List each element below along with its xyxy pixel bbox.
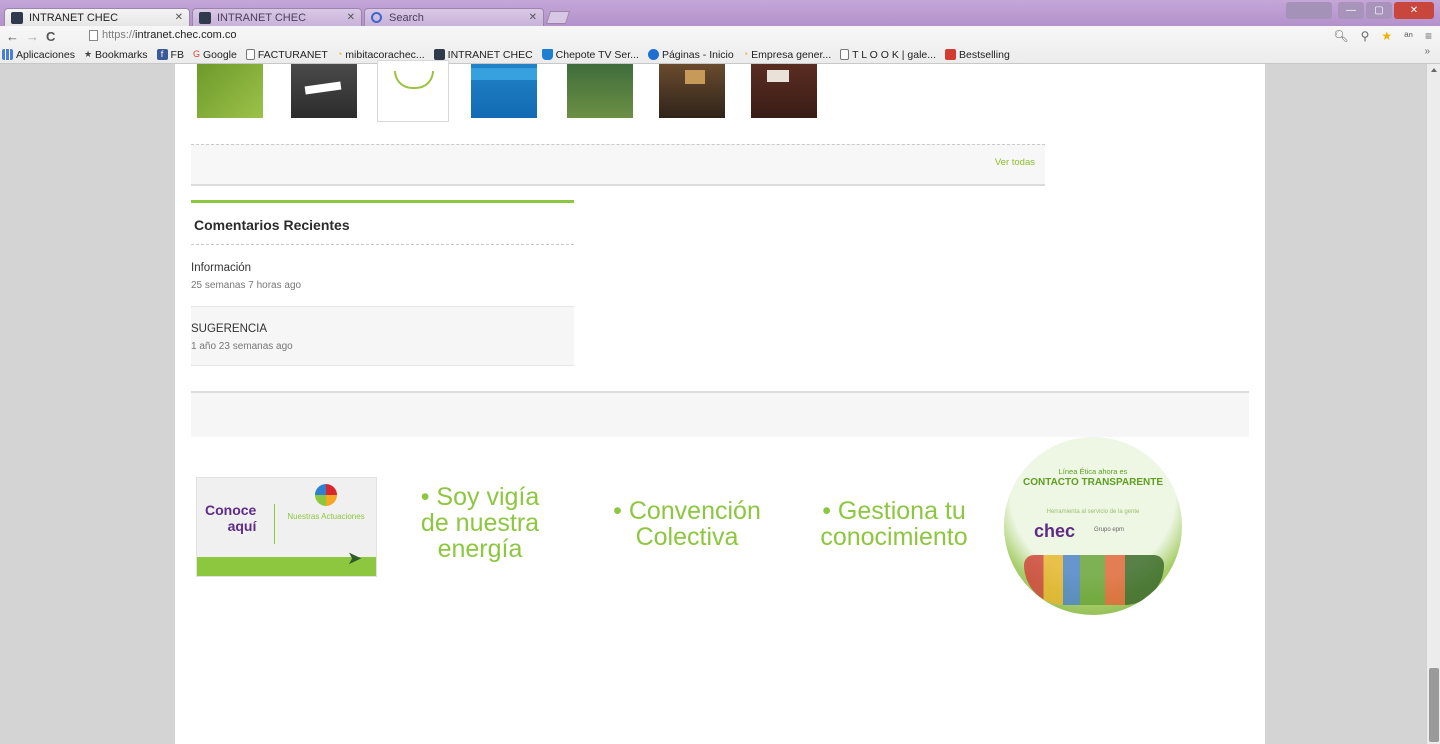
bookmark-google[interactable]: G Google (193, 49, 237, 61)
close-window-button[interactable]: ✕ (1394, 2, 1434, 19)
chec-favicon-icon (199, 12, 211, 24)
browser-toolbar: ← → C https://intranet.chec.com.co 🔍︎ ⚲ … (0, 26, 1440, 64)
gallery-thumbnail[interactable] (659, 64, 725, 118)
new-tab-button[interactable] (545, 11, 571, 24)
bookmark-bookmarks[interactable]: ★ Bookmarks (84, 49, 148, 61)
extension-icon[interactable]: ⚲ (1361, 29, 1370, 43)
back-arrow-icon[interactable]: ← (6, 29, 19, 44)
menu-icon[interactable]: ≡ (1425, 29, 1432, 43)
url-host: intranet.chec.com.co (135, 29, 237, 41)
translate-icon[interactable]: ᵃⁿ (1404, 29, 1413, 43)
comment-title-link[interactable]: SUGERENCIA (191, 323, 574, 335)
contacto-transparente-banner[interactable]: Línea Ética ahora es CONTACTO TRANSPAREN… (1004, 437, 1182, 615)
banner-divider (274, 504, 275, 544)
conoce-text: Conoce aquí (205, 502, 257, 534)
facebook-icon: f (156, 49, 168, 60)
more-bookmarks-icon[interactable]: » (1424, 46, 1430, 57)
bookmarks-bar: Aplicaciones ★ Bookmarks f FB G Google FACT… (0, 46, 1440, 63)
bookmark-aplicaciones[interactable]: Aplicaciones (2, 49, 75, 61)
bookmark-facturanet[interactable]: FACTURANET (245, 49, 328, 61)
footer-separator (191, 391, 1249, 437)
chec-icon (433, 49, 445, 60)
close-tab-icon[interactable]: ✕ (529, 9, 537, 27)
zoom-icon[interactable]: 🔍︎ (1333, 29, 1348, 43)
browser-tab-strip: INTRANET CHEC ✕ INTRANET CHEC ✕ Search ✕… (0, 0, 1440, 26)
gallery-thumbnail[interactable] (567, 64, 633, 118)
bookmark-empresa-gener[interactable]: ◔ Empresa gener... (743, 49, 831, 61)
actuaciones-label: Nuestras Actuaciones (287, 512, 365, 521)
star-icon: ★ (83, 49, 93, 59)
gallery-thumbnail[interactable] (751, 64, 817, 118)
epm-logo-icon (315, 484, 337, 506)
scroll-up-arrow-icon[interactable] (1431, 68, 1437, 72)
page-icon (245, 49, 255, 60)
tab-search[interactable]: Search ✕ (364, 8, 544, 26)
url-scheme: https:// (102, 29, 136, 41)
divider (191, 144, 1045, 145)
window-controls: — ▢ ✕ (1286, 2, 1434, 19)
reload-icon[interactable]: C (46, 29, 55, 44)
maximize-button[interactable]: ▢ (1366, 2, 1392, 19)
comment-meta: 1 año 23 semanas ago (191, 341, 293, 352)
search-favicon-icon (371, 12, 382, 23)
apps-icon (2, 49, 13, 60)
recent-comments-block: Comentarios Recientes Información 25 sem… (191, 200, 574, 366)
gallery-thumbnail[interactable] (471, 64, 537, 118)
soy-vigia-banner[interactable]: • Soy vigía de nuestra energía (405, 484, 555, 562)
bookmark-fb[interactable]: f FB (156, 49, 184, 61)
bookmark-paginas-inicio[interactable]: Páginas - Inicio (647, 49, 734, 61)
comment-title-link[interactable]: Información (191, 262, 574, 274)
comment-item: Información 25 semanas 7 horas ago (191, 246, 574, 306)
recent-comments-heading: Comentarios Recientes (194, 217, 350, 233)
ver-todas-link[interactable]: Ver todas (995, 157, 1035, 168)
vertical-scrollbar[interactable] (1426, 64, 1440, 744)
conoce-actuaciones-banner[interactable]: Conoce aquí Nuestras Actuaciones ➤ (196, 477, 377, 577)
user-profile-button[interactable] (1286, 2, 1332, 19)
scrollbar-thumb[interactable] (1429, 668, 1439, 742)
forward-arrow-icon[interactable]: → (26, 29, 39, 44)
comment-meta: 25 semanas 7 horas ago (191, 280, 302, 291)
page-info-icon[interactable] (89, 30, 98, 41)
gallery-thumbnail[interactable] (377, 60, 449, 122)
close-tab-icon[interactable]: ✕ (175, 9, 183, 27)
bitacora-icon: ◔ (742, 49, 749, 59)
tab-intranet-chec[interactable]: INTRANET CHEC ✕ (192, 8, 362, 26)
contacto-transparente-text: CONTACTO TRANSPARENTE (1023, 477, 1163, 488)
google-icon: G (192, 49, 200, 59)
page-icon (840, 49, 850, 60)
tab-intranet-chec-active[interactable]: INTRANET CHEC ✕ (4, 8, 190, 26)
gallery-thumbnail[interactable] (291, 64, 357, 118)
grupo-epm-logo: Grupo epm (1094, 527, 1125, 533)
bookmark-chepote-tv[interactable]: Chepote TV Ser... (541, 49, 639, 61)
bitacora-icon: ◔ (336, 49, 343, 59)
tab-label: INTRANET CHEC (217, 12, 307, 24)
comment-item: SUGERENCIA 1 año 23 semanas ago (191, 306, 574, 366)
cursor-arrow-icon: ➤ (347, 548, 363, 568)
gallery-footer: Ver todas (191, 144, 1045, 186)
convencion-colectiva-banner[interactable]: • Convención Colectiva (599, 498, 775, 550)
chec-logo: chec (1034, 521, 1076, 541)
chec-favicon-icon (11, 12, 23, 24)
tab-label: INTRANET CHEC (29, 12, 119, 24)
gestiona-conocimiento-banner[interactable]: • Gestiona tu conocimiento (805, 498, 983, 550)
tv-icon (541, 49, 553, 60)
sharepoint-icon (647, 49, 659, 60)
gallery-thumbnail[interactable] (197, 64, 263, 118)
minimize-button[interactable]: — (1338, 2, 1364, 19)
bookmark-bestselling[interactable]: Bestselling (945, 49, 1010, 61)
bookmark-mibitacorachec[interactable]: ◔ mibitacorachec... (337, 49, 425, 61)
address-bar[interactable]: https://intranet.chec.com.co (88, 27, 1318, 44)
toolbar-right-icons: 🔍︎ ⚲ ★ ᵃⁿ ≡ (1333, 29, 1432, 43)
bookmark-tlook[interactable]: T L O O K | gale... (840, 49, 936, 61)
divider (191, 244, 574, 245)
bookmark-star-icon[interactable]: ★ (1381, 29, 1392, 43)
close-tab-icon[interactable]: ✕ (347, 9, 355, 27)
page-content: Ver todas Comentarios Recientes Informac… (175, 60, 1265, 744)
bestselling-icon (945, 49, 956, 60)
linea-etica-text: Línea Ética ahora es (1058, 467, 1128, 476)
city-illustration (1024, 555, 1164, 605)
bookmark-intranet-chec[interactable]: INTRANET CHEC (433, 49, 533, 61)
tab-label: Search (389, 12, 424, 24)
herramienta-text: Herramienta al servicio de la gente (1046, 509, 1140, 515)
